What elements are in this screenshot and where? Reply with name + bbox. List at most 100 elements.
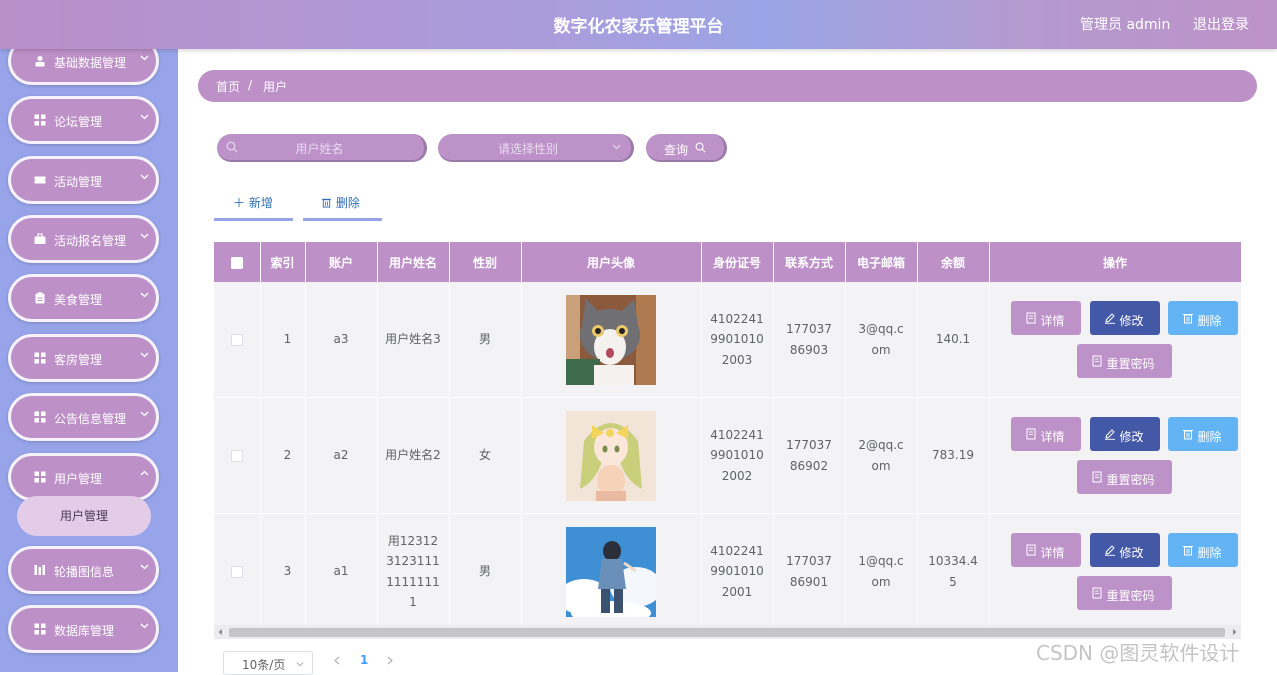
sidebar-item-label: 活动管理 [54, 175, 103, 189]
sidebar-item-carousel[interactable]: 轮播图信息 [8, 546, 159, 594]
scroll-left-arrow-icon[interactable] [217, 628, 224, 636]
phone-cell: 17703786903 [773, 282, 846, 398]
sidebar-item-label: 活动报名管理 [54, 234, 127, 248]
current-page-number[interactable]: 1 [360, 653, 368, 667]
search-placeholder: 用户姓名 [295, 142, 344, 156]
email-text: 2@qq.com [858, 438, 904, 473]
row-checkbox[interactable] [230, 333, 243, 346]
chevron-down-icon [140, 352, 149, 358]
reset-password-label: 重置密码 [1106, 357, 1155, 371]
sidebar-item-label: 论坛管理 [54, 115, 103, 129]
next-page-icon[interactable] [386, 656, 394, 665]
document-icon [1092, 471, 1101, 483]
select-all-checkbox[interactable] [230, 256, 243, 269]
avatar-anime-girl-image [566, 410, 656, 501]
logout-link[interactable]: 退出登录 [1193, 14, 1249, 34]
chevron-down-icon [140, 114, 149, 120]
user-name-search-input[interactable]: 用户姓名 [217, 134, 427, 162]
avatar-anime-boy-image [566, 526, 656, 617]
sidebar-item-users[interactable]: 用户管理 [8, 453, 159, 501]
column-header: 操作 [989, 242, 1242, 282]
plus-icon: ＋ [233, 196, 246, 210]
name-cell: 用户姓名2 [377, 397, 450, 514]
reset-password-button[interactable]: 重置密码 [1076, 576, 1172, 610]
query-label: 查询 [664, 143, 689, 157]
delete-button[interactable]: 删除 [1167, 301, 1238, 335]
csdn-watermark: CSDN @图灵软件设计 [1036, 641, 1240, 665]
name-text: 用户姓名2 [385, 448, 441, 463]
select-all-header[interactable] [214, 242, 261, 282]
avatar-cell [521, 282, 702, 398]
delete-button[interactable]: 删除 [1167, 533, 1238, 567]
page-size-select[interactable]: 10条/页 [223, 651, 313, 675]
row-checkbox[interactable] [230, 449, 243, 462]
balance-cell: 10334.45 [917, 513, 990, 630]
edit-button[interactable]: 修改 [1089, 301, 1160, 335]
phone-cell: 17703786901 [773, 513, 846, 630]
detail-button[interactable]: 详情 [1010, 301, 1081, 335]
sidebar-item-food[interactable]: 美食管理 [8, 274, 159, 322]
breadcrumb: 首页 / 用户 [198, 70, 1257, 102]
actions-cell: 详情 修改 删除 重置密码 [989, 513, 1242, 630]
avatar-cell [521, 397, 702, 514]
breadcrumb-separator: / [248, 78, 253, 92]
sidebar-item-activity-signup[interactable]: 活动报名管理 [8, 215, 159, 263]
search-icon [695, 142, 706, 153]
sidebar-item-basic-data[interactable]: 基础数据管理 [8, 49, 159, 85]
batch-delete-button[interactable]: 删除 [303, 188, 382, 221]
sidebar-item-rooms[interactable]: 客房管理 [8, 334, 159, 382]
row-select-cell[interactable] [214, 513, 261, 630]
grid-icon [34, 352, 46, 364]
edit-label: 修改 [1119, 314, 1144, 328]
delete-button[interactable]: 删除 [1167, 417, 1238, 451]
sidebar-item-activity[interactable]: 活动管理 [8, 156, 159, 204]
admin-label: 管理员 admin [1080, 17, 1171, 33]
add-button[interactable]: ＋ 新增 [214, 188, 293, 221]
reset-password-button[interactable]: 重置密码 [1076, 460, 1172, 494]
email-text: 3@qq.com [858, 322, 904, 357]
sidebar-item-announcements[interactable]: 公告信息管理 [8, 393, 159, 441]
gender-placeholder: 请选择性别 [497, 142, 558, 156]
edit-button[interactable]: 修改 [1089, 417, 1160, 451]
sidebar-item-forum[interactable]: 论坛管理 [8, 96, 159, 144]
phone-text: 17703786902 [786, 438, 832, 473]
table-row: 3 a1 用12312312311111111111 男 41022419901… [214, 513, 1242, 630]
detail-button[interactable]: 详情 [1010, 533, 1081, 567]
briefcase-icon [34, 233, 46, 244]
chevron-down-icon [140, 233, 149, 239]
id-card-text: 410224199010102001 [710, 543, 764, 599]
account-cell: a1 [305, 513, 378, 630]
user-table: 索引 账户 用户姓名 性别 用户头像 身份证号 联系方式 电子邮箱 余额 操作 … [214, 242, 1242, 630]
account-cell: a3 [305, 282, 378, 398]
row-select-cell[interactable] [214, 282, 261, 398]
gender-select[interactable]: 请选择性别 [438, 134, 634, 162]
reset-password-button[interactable]: 重置密码 [1076, 344, 1172, 378]
gender-cell: 男 [449, 513, 522, 630]
delete-label: 删除 [335, 196, 360, 210]
name-cell: 用12312312311111111111 [377, 513, 450, 630]
scrollbar-thumb[interactable] [229, 628, 1225, 637]
query-button[interactable]: 查询 [646, 134, 727, 162]
gender-cell: 女 [449, 397, 522, 514]
sidebar: 基础数据管理 论坛管理 活动管理 活动报名管理 美食管理 客房管理 公告信息管理… [0, 49, 178, 672]
sidebar-item-database[interactable]: 数据库管理 [8, 605, 159, 653]
trash-icon [1182, 546, 1193, 556]
detail-label: 详情 [1040, 430, 1065, 444]
avatar-cell [521, 513, 702, 630]
scroll-right-arrow-icon[interactable] [1231, 628, 1238, 636]
breadcrumb-home[interactable]: 首页 [216, 78, 240, 95]
prev-page-icon[interactable] [333, 656, 341, 665]
edit-button[interactable]: 修改 [1089, 533, 1160, 567]
page-size-value: 10条/页 [242, 658, 286, 672]
chevron-down-icon [612, 144, 621, 150]
table-row: 1 a3 用户姓名3 男 410224199010102003 17703786… [214, 282, 1242, 398]
gender-cell: 男 [449, 282, 522, 398]
detail-button[interactable]: 详情 [1010, 417, 1081, 451]
submenu-item-user-management[interactable]: 用户管理 [17, 496, 151, 536]
actions-cell: 详情 修改 删除 重置密码 [989, 397, 1242, 514]
row-select-cell[interactable] [214, 397, 261, 514]
trash-icon [1182, 314, 1193, 324]
index-cell: 1 [260, 282, 306, 398]
row-checkbox[interactable] [230, 565, 243, 578]
detail-label: 详情 [1040, 546, 1065, 560]
